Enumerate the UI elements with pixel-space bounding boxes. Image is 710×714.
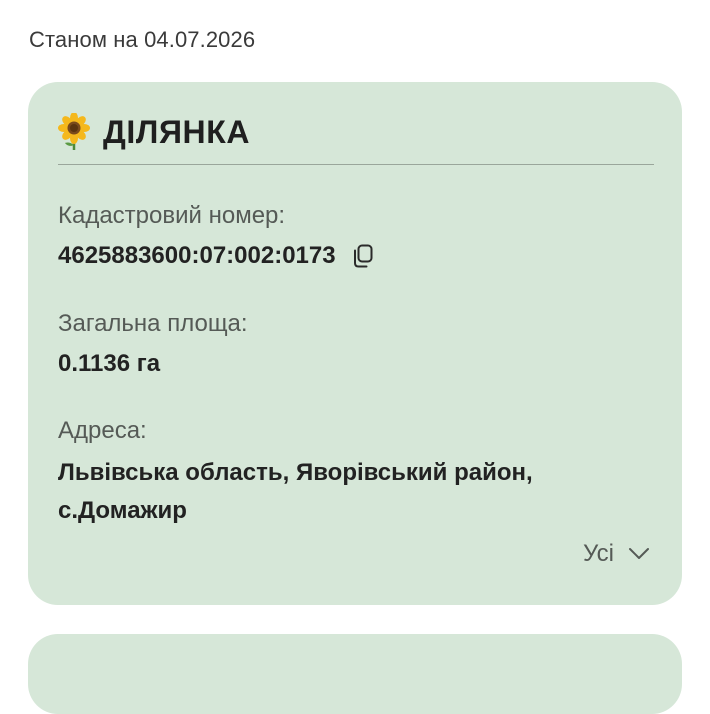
- header-divider: [58, 164, 654, 165]
- chevron-down-icon: [628, 547, 650, 561]
- card-header: ДІЛЯНКА: [57, 112, 250, 152]
- status-date: Станом на 04.07.2026: [29, 27, 256, 52]
- show-all-label: Усі: [583, 540, 614, 567]
- total-area-label: Загальна площа:: [58, 310, 248, 337]
- card-title: ДІЛЯНКА: [103, 113, 251, 150]
- copy-icon[interactable]: [352, 244, 374, 268]
- sunflower-icon: [57, 112, 91, 151]
- total-area-value: 0.1136 га: [58, 350, 161, 377]
- address-label: Адреса:: [58, 417, 147, 444]
- next-card: [28, 634, 682, 714]
- address-value: Львівська область, Яворівський район, с.…: [58, 459, 533, 524]
- parcel-card: ДІЛЯНКА Кадастровий номер: 4625883600:07…: [28, 82, 682, 605]
- cadastral-number-label: Кадастровий номер:: [58, 202, 286, 229]
- cadastral-number-row: 4625883600:07:002:0173: [58, 242, 374, 270]
- show-all-toggle[interactable]: Усі: [583, 540, 650, 568]
- cadastral-number-value: 4625883600:07:002:0173: [58, 242, 336, 269]
